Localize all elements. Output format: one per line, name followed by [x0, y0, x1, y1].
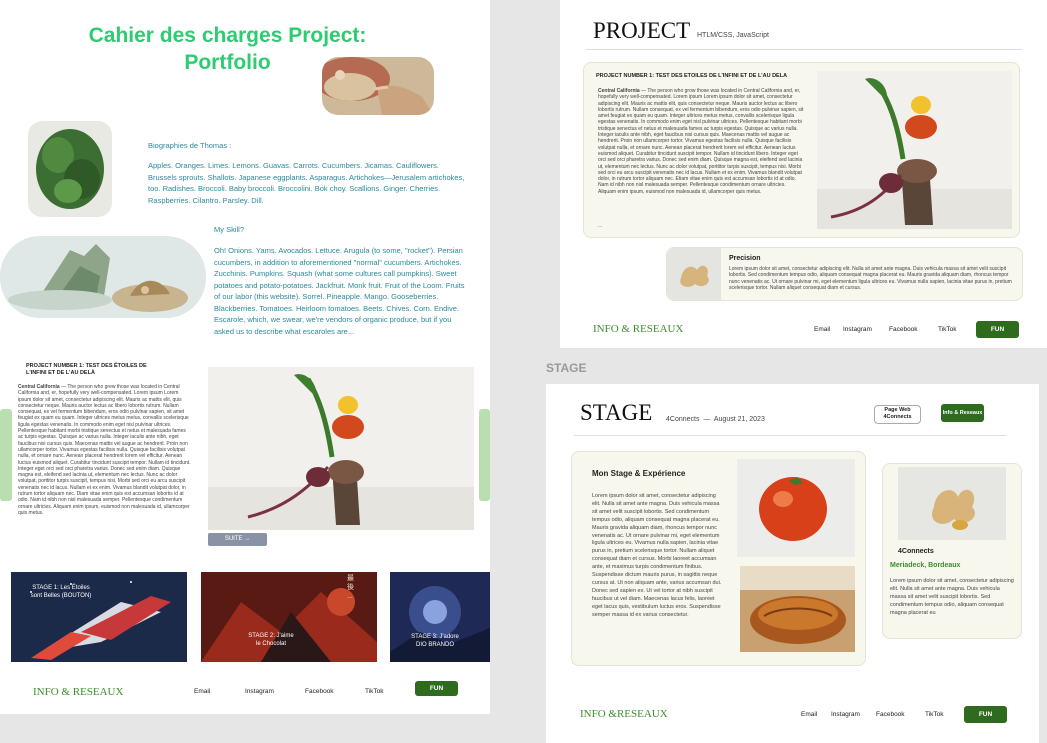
project-card-ellipsis: ...: [598, 223, 603, 229]
page-web-button[interactable]: Page Web 4Connects: [874, 405, 921, 424]
stage-nav-instagram[interactable]: Instagram: [831, 711, 860, 718]
precision-text: Lorem ipsum dolor sit amet, consectetur …: [729, 266, 1012, 291]
project-card-body: — The person who grow those was located …: [598, 88, 804, 195]
carousel-next-button[interactable]: [479, 409, 490, 501]
stage-header-divider: [574, 435, 1006, 436]
stage-page-panel: STAGE 4Connects — August 21, 2023 Page W…: [546, 384, 1039, 743]
company-name: 4Connects: [898, 548, 934, 555]
stage2-card[interactable]: 最 後 ... STAGE 2: J'aime le Chocolat: [201, 572, 377, 662]
project-text-lead: Central California: [18, 384, 60, 390]
experience-card: Mon Stage & Expérience Lorem ipsum dolor…: [571, 451, 866, 666]
project-card: PROJECT NUMBER 1: TEST DES ÉTOILES DE L'…: [583, 62, 1020, 238]
project-heading: PROJECT NUMBER 1: TEST DES ÉTOILES DE L'…: [26, 363, 147, 376]
bio-text: Apples. Oranges. Limes. Lemons. Guavas. …: [148, 161, 465, 205]
tomato-image: [737, 459, 855, 557]
ginger-image: [667, 248, 721, 300]
nav-instagram[interactable]: Instagram: [245, 688, 274, 695]
project-fun-button[interactable]: FUN: [976, 321, 1019, 338]
project-title: PROJECT: [593, 18, 691, 43]
project-card-text: Central California — The person who grow…: [598, 88, 804, 223]
carousel-prev-button[interactable]: [0, 409, 12, 501]
info-reseaux-button[interactable]: Info & Reseaux: [941, 404, 984, 422]
project-nav-instagram[interactable]: Instagram: [843, 326, 872, 333]
project-footer-brand: INFO & RESEAUX: [593, 323, 684, 335]
stage-nav-email[interactable]: Email: [801, 711, 817, 718]
project-card-image: [817, 71, 1012, 229]
project-page-panel: PROJECT HTLM/CSS, JavaScript PROJECT NUM…: [560, 0, 1047, 348]
nav-facebook[interactable]: Facebook: [305, 688, 334, 695]
page-title-line1: Cahier des charges Project:: [88, 24, 367, 47]
company-card: 4Connects Meriadeck, Bordeaux Lorem ipsu…: [882, 463, 1022, 639]
floating-island-image: [0, 236, 206, 318]
precision-title: Precision: [729, 255, 761, 262]
experience-text: Lorem ipsum dolor sit amet, consectetur …: [592, 493, 722, 618]
stage3-card[interactable]: STAGE 3: J'adore DIO BRANDO: [390, 572, 490, 662]
stage2-label: STAGE 2: J'aime le Chocolat: [248, 633, 294, 647]
creation-of-adam-image: [322, 57, 434, 115]
experience-heading: Mon Stage & Expérience: [592, 469, 686, 478]
precision-card: Precision Lorem ipsum dolor sit amet, co…: [666, 247, 1023, 301]
fun-button[interactable]: FUN: [415, 681, 458, 696]
stage-title: STAGE: [580, 400, 653, 425]
project-card-lead: Central California: [598, 88, 640, 94]
suite-button[interactable]: SUITE →: [208, 533, 267, 546]
vegetable-stack-image: [208, 367, 474, 530]
stage-section-label: STAGE: [546, 361, 587, 375]
company-ginger-image: [898, 467, 1006, 540]
project-nav-email[interactable]: Email: [814, 326, 830, 333]
stage2-poster-text: 最 後 ...: [347, 575, 354, 600]
bio-heading: Biographies de Thomas :: [148, 141, 232, 150]
stage1-label: STAGE 1: Les Étoiles sont Belles (BOUTON…: [30, 585, 92, 599]
project-text-body: — The person who grew those was located …: [18, 384, 191, 516]
project-subtitle: HTLM/CSS, JavaScript: [697, 32, 769, 39]
stage3-label: STAGE 3: J'adore DIO BRANDO: [411, 634, 459, 648]
nav-tiktok[interactable]: TikTok: [365, 688, 384, 695]
footer-brand: INFO & RESEAUX: [33, 686, 124, 698]
company-location: Meriadeck, Bordeaux: [890, 562, 961, 569]
skill-heading: My Skill?: [214, 225, 245, 234]
project-nav-facebook[interactable]: Facebook: [889, 326, 918, 333]
portfolio-spec-panel: Cahier des charges Project: Portfolio Bi…: [0, 0, 490, 714]
stage1-card[interactable]: STAGE 1: Les Étoiles sont Belles (BOUTON…: [11, 572, 187, 662]
stage-nav-tiktok[interactable]: TikTok: [925, 711, 944, 718]
project-text: Central California — The person who grew…: [18, 384, 192, 552]
stage-footer-brand: INFO &RESEAUX: [580, 708, 668, 720]
company-text: Lorem ipsum dolor sit amet, consectetur …: [890, 578, 1014, 616]
project-card-heading: PROJECT NUMBER 1: TEST DES ÉTOILES DE L'…: [596, 73, 788, 79]
header-divider: [586, 49, 1022, 50]
stage-fun-button[interactable]: FUN: [964, 706, 1007, 723]
skill-text: Oh! Onions. Yams. Avocados. Lettuce. Aru…: [214, 246, 465, 336]
kale-image: [28, 121, 112, 217]
project-nav-tiktok[interactable]: TikTok: [938, 326, 957, 333]
nav-email[interactable]: Email: [194, 688, 210, 695]
stage-company-date: 4Connects — August 21, 2023: [666, 416, 765, 423]
stage-nav-facebook[interactable]: Facebook: [876, 711, 905, 718]
pain-au-chocolat-image: [740, 566, 855, 652]
